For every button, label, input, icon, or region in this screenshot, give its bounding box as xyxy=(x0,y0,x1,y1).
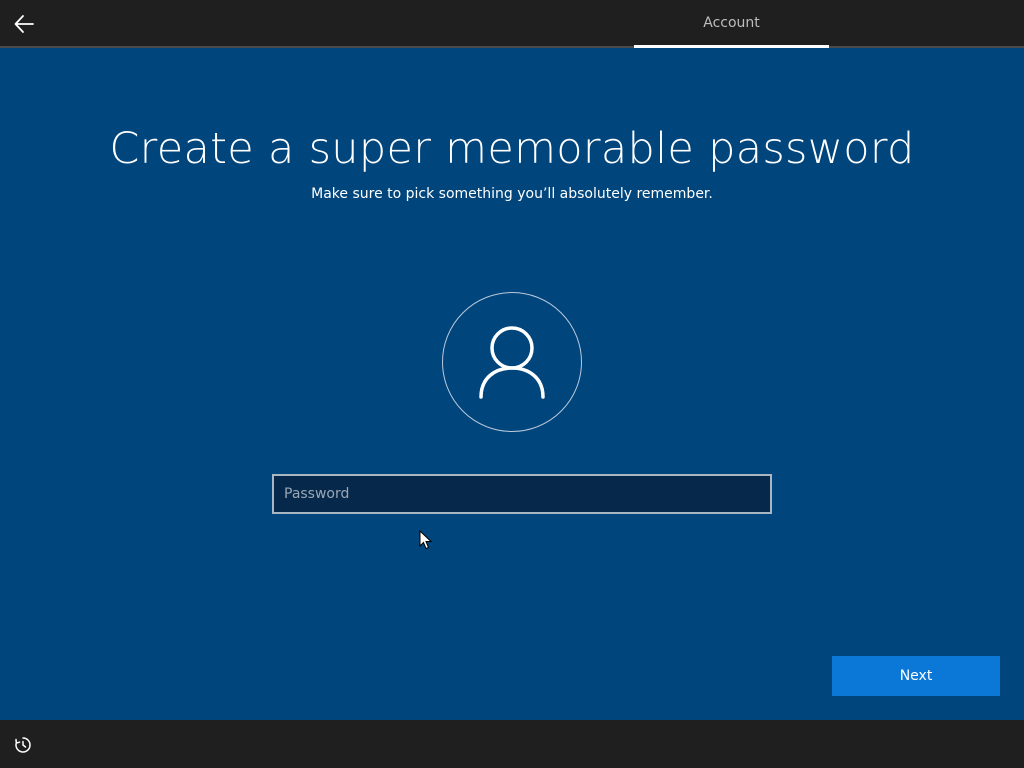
next-button[interactable]: Next xyxy=(832,656,1000,696)
page-subtitle: Make sure to pick something you’ll absol… xyxy=(311,186,713,202)
top-bar: Account xyxy=(0,0,1024,48)
user-icon xyxy=(479,326,545,399)
avatar xyxy=(442,292,582,432)
tab-account-indicator xyxy=(634,45,829,48)
ease-of-access-icon xyxy=(15,737,31,753)
ease-of-access-button[interactable] xyxy=(12,734,34,756)
tab-account: Account xyxy=(703,15,760,31)
bottom-bar xyxy=(0,720,1024,768)
mouse-pointer-icon xyxy=(419,530,433,550)
page-title: Create a super memorable password xyxy=(109,124,915,174)
password-input[interactable] xyxy=(272,474,772,514)
back-button[interactable] xyxy=(10,10,38,38)
oobe-window: Account Create a super memorable passwor… xyxy=(0,0,1024,768)
arrow-left-icon xyxy=(14,15,34,33)
